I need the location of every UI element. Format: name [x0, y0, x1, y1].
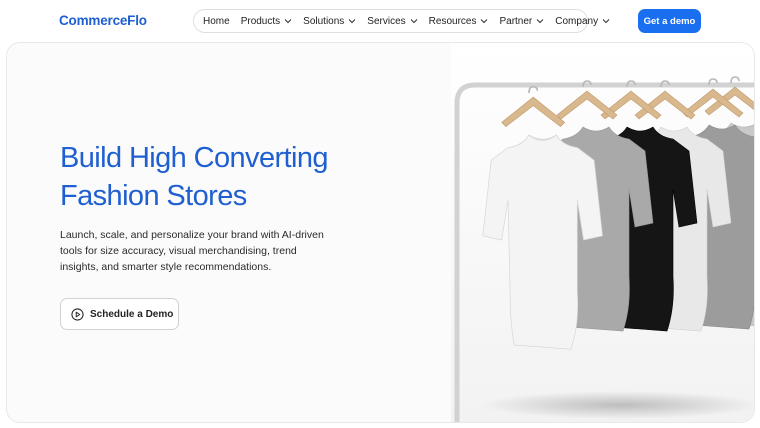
nav-item-label: Partner: [499, 15, 533, 27]
main-nav: Home Products Solutions Services Resourc…: [193, 9, 610, 33]
logo[interactable]: CommerceFlo: [59, 13, 147, 28]
nav-item-services[interactable]: Services: [367, 15, 418, 27]
chevron-down-icon: [602, 19, 610, 24]
nav-item-label: Home: [203, 15, 230, 27]
site-header: CommerceFlo Home Products Solutions Serv…: [0, 0, 760, 42]
nav-item-resources[interactable]: Resources: [429, 16, 489, 27]
hero-title-line-2: Fashion Stores: [60, 180, 247, 212]
chevron-down-icon: [348, 19, 356, 24]
hero-description: Launch, scale, and personalize your bran…: [60, 229, 324, 273]
clothing-rack-image: [451, 43, 754, 422]
nav-item-solutions[interactable]: Solutions: [303, 16, 356, 27]
nav-item-label: Resources: [428, 15, 477, 27]
chevron-down-icon: [410, 19, 418, 24]
nav-item-home[interactable]: Home: [203, 16, 230, 27]
get-a-demo-button[interactable]: Get a demo: [638, 9, 701, 33]
hero-section: Build High Converting Fashion Stores Lau…: [6, 42, 755, 423]
nav-item-label: Services: [367, 15, 406, 27]
schedule-demo-button[interactable]: Schedule a Demo: [60, 298, 179, 330]
chevron-down-icon: [536, 19, 544, 24]
nav-item-label: Company: [555, 15, 599, 27]
hero-title-line-1: Build High Converting: [60, 142, 328, 174]
nav-item-partner[interactable]: Partner: [499, 16, 544, 27]
play-circle-icon: [71, 307, 84, 321]
chevron-down-icon: [284, 19, 292, 24]
nav-item-label: Solutions: [303, 15, 345, 27]
schedule-demo-label: Schedule a Demo: [90, 308, 174, 320]
hero-title: Build High Converting Fashion Stores: [60, 139, 380, 215]
nav-item-label: Products: [240, 15, 281, 27]
nav-item-company[interactable]: Company: [555, 16, 610, 27]
nav-item-products[interactable]: Products: [241, 16, 292, 27]
chevron-down-icon: [481, 19, 488, 24]
